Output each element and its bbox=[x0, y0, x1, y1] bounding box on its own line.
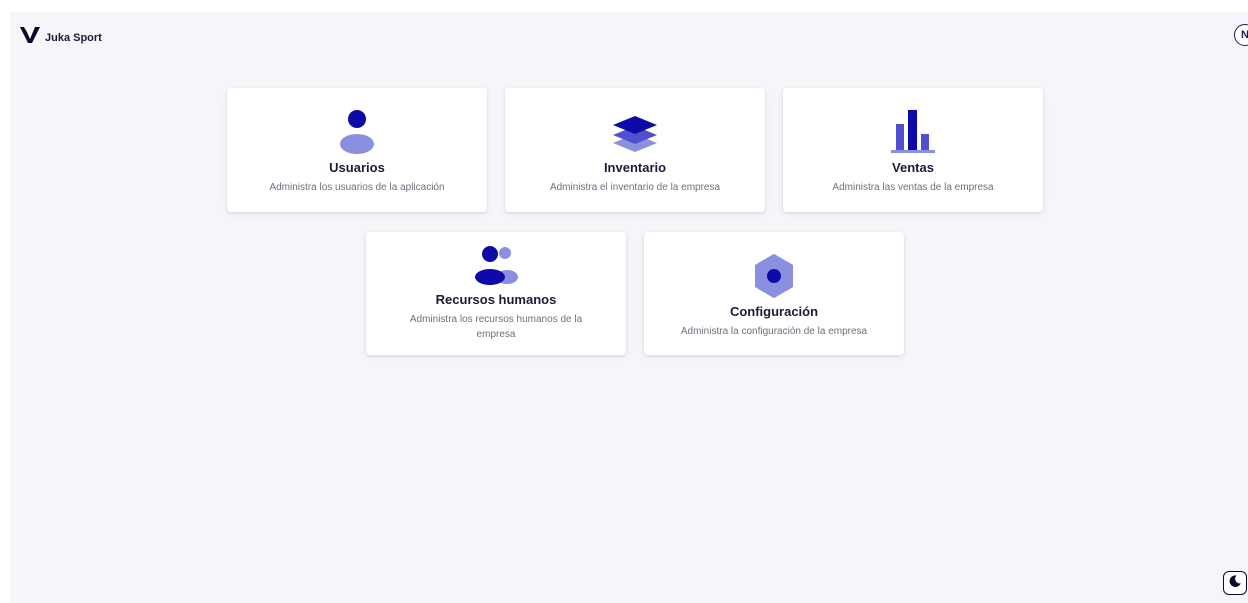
juka-logo-icon bbox=[19, 26, 41, 49]
card-title: Ventas bbox=[892, 160, 934, 175]
card-ventas[interactable]: Ventas Administra las ventas de la empre… bbox=[783, 88, 1043, 212]
layers-icon bbox=[612, 114, 658, 154]
card-inventario[interactable]: Inventario Administra el inventario de l… bbox=[505, 88, 765, 212]
card-description: Administra los usuarios de la aplicación bbox=[269, 182, 445, 193]
card-usuarios[interactable]: Usuarios Administra los usuarios de la a… bbox=[227, 88, 487, 212]
user-avatar[interactable]: N bbox=[1234, 24, 1248, 46]
brand-name: Juka Sport bbox=[45, 31, 102, 44]
card-configuracion[interactable]: Configuración Administra la configuració… bbox=[644, 232, 904, 355]
card-title: Usuarios bbox=[329, 160, 385, 175]
card-description: Administra el inventario de la empresa bbox=[549, 182, 721, 193]
card-recursos-humanos[interactable]: Recursos humanos Administra los recursos… bbox=[366, 232, 626, 355]
card-description: Administra los recursos humanos de la em… bbox=[409, 314, 583, 340]
theme-toggle-button[interactable] bbox=[1223, 571, 1247, 595]
settings-hexagon-icon bbox=[753, 254, 795, 298]
card-description: Administra las ventas de la empresa bbox=[832, 182, 994, 193]
card-title: Configuración bbox=[729, 304, 819, 319]
brand-logo[interactable]: Juka Sport bbox=[19, 26, 102, 49]
card-description: Administra la configuración de la empres… bbox=[680, 326, 868, 337]
app-container: Juka Sport N Usuarios Administra los usu… bbox=[10, 12, 1248, 603]
moon-icon bbox=[1228, 574, 1242, 593]
card-title: Inventario bbox=[603, 160, 667, 175]
card-title: Recursos humanos bbox=[435, 292, 557, 307]
users-icon bbox=[474, 246, 518, 286]
bar-chart-icon bbox=[889, 110, 937, 154]
user-icon bbox=[339, 110, 375, 154]
